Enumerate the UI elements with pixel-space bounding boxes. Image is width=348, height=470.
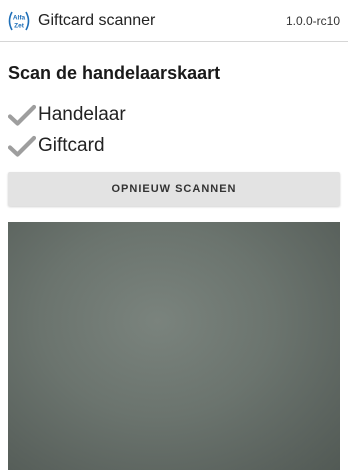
app-bar: Alfa Zet Giftcard scanner 1.0.0-rc10 xyxy=(0,0,348,42)
check-icon xyxy=(8,135,36,157)
app-title: Giftcard scanner xyxy=(38,12,156,29)
logo-text-top: Alfa xyxy=(13,15,26,22)
check-icon xyxy=(8,104,36,126)
checklist-label: Giftcard xyxy=(38,135,105,156)
version-label: 1.0.0-rc10 xyxy=(285,14,340,28)
camera-preview xyxy=(8,222,340,470)
logo-text-bottom: Zet xyxy=(14,23,25,30)
checklist-item-handelaar: Handelaar xyxy=(8,103,126,127)
checklist-item-giftcard: Giftcard xyxy=(8,134,105,158)
checklist-label: Handelaar xyxy=(38,104,126,125)
rescan-button[interactable]: OPNIEUW SCANNEN xyxy=(8,172,340,206)
page-title: Scan de handelaarskaart xyxy=(8,63,221,83)
alfazet-logo-icon: Alfa Zet xyxy=(8,11,30,31)
